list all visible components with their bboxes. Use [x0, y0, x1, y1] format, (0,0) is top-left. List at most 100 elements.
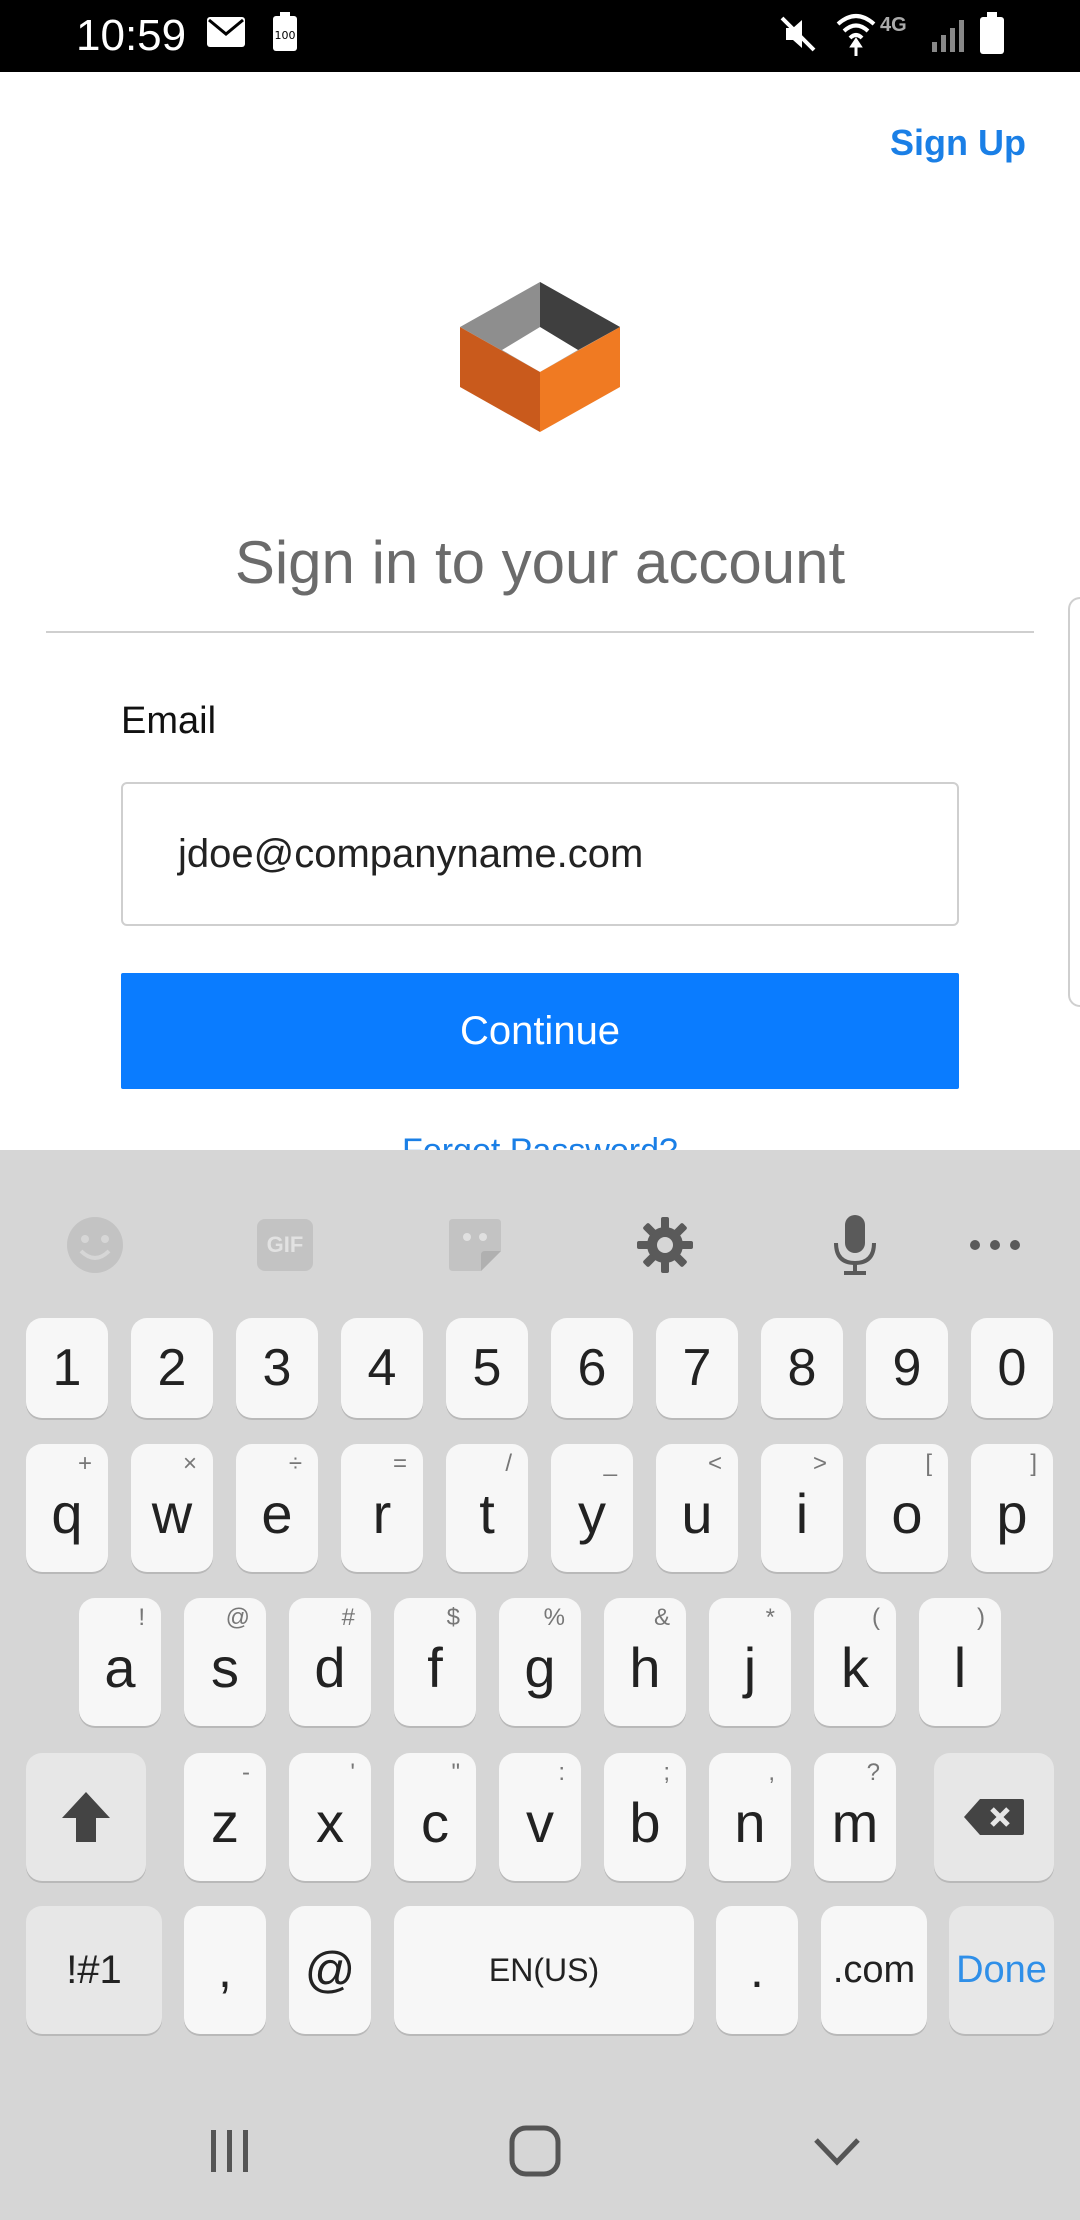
shift-key[interactable] [26, 1753, 146, 1881]
key-r[interactable]: r = [341, 1444, 423, 1572]
key-s[interactable]: s @ [184, 1598, 266, 1726]
key-o-label: o [891, 1481, 923, 1545]
key-r-label: r [372, 1481, 392, 1545]
backspace-icon [964, 1799, 1024, 1835]
back-chevron-down-icon[interactable] [812, 2134, 862, 2173]
key-m[interactable]: m? [814, 1753, 896, 1881]
key-z[interactable]: z- [184, 1753, 266, 1881]
at-key[interactable]: @ [289, 1906, 371, 2034]
key-q[interactable]: q + [26, 1444, 108, 1572]
forgot-password-link[interactable]: Forgot Password? [0, 1126, 1080, 1150]
forgot-password-label: Forgot Password? [402, 1132, 678, 1150]
key-p[interactable]: p] [971, 1444, 1053, 1572]
key-b[interactable]: b; [604, 1753, 686, 1881]
key-k[interactable]: k( [814, 1598, 896, 1726]
key-o-alt-label: [ [925, 1450, 932, 1477]
key-d-label: d [314, 1635, 346, 1699]
continue-button[interactable]: Continue [121, 973, 959, 1089]
key-0-label: 0 [997, 1339, 1027, 1397]
key-l-alt-label: ) [977, 1604, 985, 1631]
key-i[interactable]: i > [761, 1444, 843, 1572]
key-w-alt-label: × [182, 1450, 197, 1477]
key-t[interactable]: t / [446, 1444, 528, 1572]
key-u[interactable]: u < [656, 1444, 738, 1572]
key-e[interactable]: e ÷ [236, 1444, 318, 1572]
key-a-label: a [104, 1635, 136, 1699]
symbols-key[interactable]: !#1 [26, 1906, 162, 2034]
comma-key-label: , [218, 1942, 232, 1998]
scroll-handle[interactable] [1068, 597, 1080, 1007]
key-g-label: g [524, 1635, 556, 1699]
microphone-icon[interactable] [820, 1210, 890, 1280]
key-h-label: h [629, 1635, 661, 1699]
key-o[interactable]: o[ [866, 1444, 948, 1572]
key-p-alt-label: ] [1030, 1450, 1037, 1477]
key-m-alt-label: ? [866, 1759, 880, 1786]
key-4[interactable]: 4 [341, 1318, 423, 1418]
status-bar: 10:59 100 4G [0, 0, 1080, 72]
key-h-alt-label: & [653, 1604, 670, 1631]
key-n[interactable]: n, [709, 1753, 791, 1881]
key-0[interactable]: 0 [971, 1318, 1053, 1418]
svg-text:100: 100 [275, 29, 296, 42]
divider [46, 631, 1034, 633]
key-d[interactable]: d # [289, 1598, 371, 1726]
sign-up-link[interactable]: Sign Up [890, 122, 1026, 164]
key-z-label: z [211, 1790, 239, 1854]
more-icon[interactable] [960, 1210, 1030, 1280]
key-9[interactable]: 9 [866, 1318, 948, 1418]
sign-in-page: Sign Up Sign in to your account Email jd… [0, 72, 1080, 1150]
email-label: Email [121, 700, 217, 742]
key-l[interactable]: l) [919, 1598, 1001, 1726]
key-y[interactable]: y _ [551, 1444, 633, 1572]
done-key[interactable]: Done [949, 1906, 1054, 2034]
key-j-alt-label: * [765, 1604, 775, 1631]
status-time: 10:59 [76, 11, 187, 60]
dotcom-key-label: .com [832, 1948, 916, 1991]
key-1[interactable]: 1 [26, 1318, 108, 1418]
key-8[interactable]: 8 [761, 1318, 843, 1418]
key-7[interactable]: 7 [656, 1318, 738, 1418]
key-k-alt-label: ( [872, 1604, 880, 1631]
backspace-key[interactable] [934, 1753, 1054, 1881]
gear-icon[interactable] [630, 1210, 700, 1280]
key-e-label: e [261, 1481, 293, 1545]
key-g[interactable]: g% [499, 1598, 581, 1726]
key-3[interactable]: 3 [236, 1318, 318, 1418]
space-key[interactable]: EN(US) [394, 1906, 694, 2034]
key-a[interactable]: a! [79, 1598, 161, 1726]
key-3-label: 3 [262, 1339, 292, 1397]
key-v-label: v [526, 1790, 554, 1854]
key-6[interactable]: 6 [551, 1318, 633, 1418]
key-c[interactable]: c " [394, 1753, 476, 1881]
key-v[interactable]: v: [499, 1753, 581, 1881]
emoji-icon[interactable] [60, 1210, 130, 1280]
key-5[interactable]: 5 [446, 1318, 528, 1418]
key-s-alt-label: @ [225, 1604, 250, 1631]
battery-saver-icon: 100 [272, 12, 298, 57]
gif-icon[interactable]: GIF [250, 1210, 320, 1280]
recent-apps-icon[interactable] [205, 2126, 255, 2181]
key-a-alt-label: ! [138, 1604, 145, 1631]
key-x[interactable]: x ' [289, 1753, 371, 1881]
key-z-alt-label: - [242, 1759, 250, 1786]
key-2[interactable]: 2 [131, 1318, 213, 1418]
key-w[interactable]: w × [131, 1444, 213, 1572]
key-6-label: 6 [577, 1339, 607, 1397]
key-f-alt-label: $ [446, 1604, 460, 1631]
gif-label: GIF [266, 1232, 304, 1257]
sticker-icon[interactable] [440, 1210, 510, 1280]
key-4-label: 4 [367, 1339, 397, 1397]
comma-key[interactable]: , [184, 1906, 266, 2034]
home-icon[interactable] [508, 2124, 562, 2183]
key-f[interactable]: f $ [394, 1598, 476, 1726]
key-j[interactable]: j * [709, 1598, 791, 1726]
4g-icon: 4G [880, 14, 907, 36]
period-key[interactable]: . [716, 1906, 798, 2034]
dotcom-key[interactable]: .com [821, 1906, 927, 2034]
key-h[interactable]: h & [604, 1598, 686, 1726]
done-key-label: Done [956, 1948, 1047, 1991]
key-b-alt-label: ; [663, 1759, 670, 1786]
email-field[interactable]: jdoe@companyname.com [121, 782, 959, 926]
key-y-alt-label: _ [603, 1450, 617, 1477]
